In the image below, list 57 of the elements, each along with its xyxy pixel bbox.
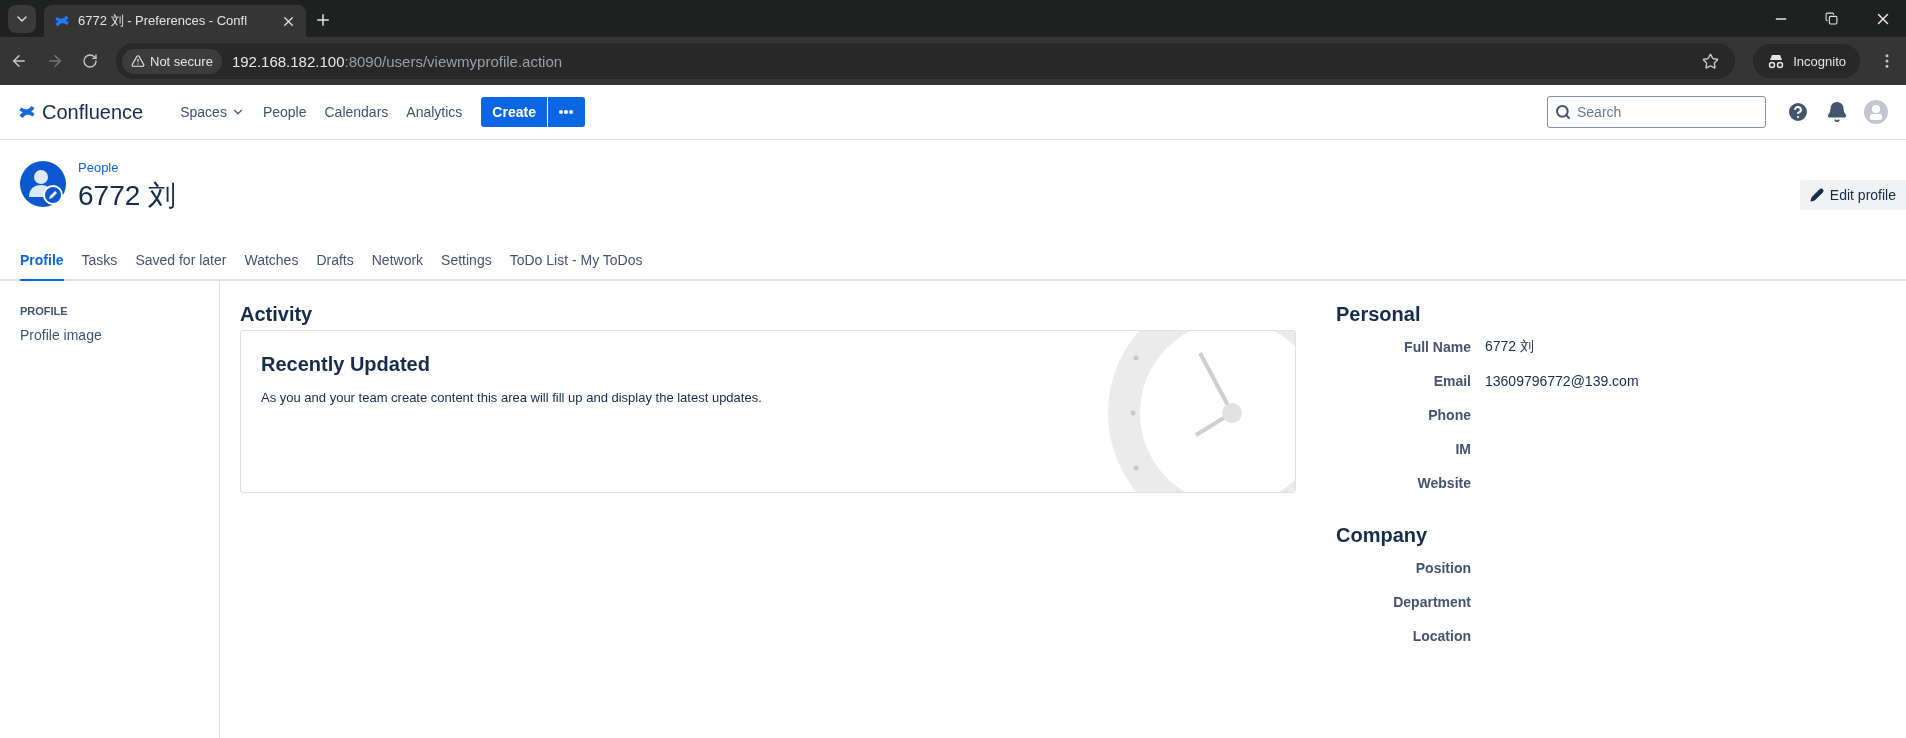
field-label: Website — [1416, 475, 1471, 491]
sidebar-link[interactable]: Profile image — [20, 327, 199, 343]
field-label: Email — [1432, 373, 1471, 389]
field-label: Phone — [1427, 407, 1471, 423]
profile-name: 6772 刘 — [78, 179, 177, 213]
reload-icon[interactable] — [82, 53, 98, 69]
profile-tab[interactable]: ToDo List - My ToDos — [509, 241, 643, 281]
profile-tab[interactable]: Network — [371, 241, 424, 281]
field-label: Department — [1392, 594, 1471, 610]
more-button[interactable] — [547, 97, 585, 127]
profile-avatar-icon[interactable] — [20, 161, 66, 207]
back-icon[interactable] — [10, 52, 28, 70]
browser-tab[interactable]: 6772 刘 - Preferences - Confl — [44, 5, 306, 37]
profile-tab[interactable]: Saved for later — [135, 241, 227, 281]
activity-heading: Activity — [240, 303, 314, 326]
confluence-logo-icon — [54, 13, 70, 29]
ellipsis-icon — [559, 110, 574, 114]
url-text: 192.168.182.100:8090/users/viewmyprofile.action — [231, 52, 563, 70]
nav-link[interactable]: Calendars — [315, 104, 398, 120]
card-title: Recently Updated — [261, 353, 431, 376]
profile-tab[interactable]: Drafts — [316, 241, 354, 281]
warning-icon — [131, 54, 145, 68]
forward-icon[interactable] — [46, 52, 64, 70]
profile-tab[interactable]: Tasks — [81, 241, 118, 281]
field-label: Position — [1414, 560, 1471, 576]
card-text: As you and your team create content this area will fill up and display the latest updates. — [261, 390, 763, 405]
bell-icon[interactable] — [1826, 101, 1848, 123]
profile-tab[interactable]: Settings — [441, 241, 492, 281]
tab-search-button[interactable] — [8, 5, 36, 33]
star-icon[interactable] — [1702, 52, 1720, 70]
pencil-icon — [1809, 188, 1824, 202]
profile-tab[interactable]: Watches — [244, 241, 299, 281]
nav-link[interactable]: Spaces — [171, 104, 254, 120]
address-bar[interactable]: Not secure 192.168.182.100:8090/users/viewmyprofile.action — [116, 43, 1736, 79]
nav-link[interactable]: Analytics — [397, 104, 472, 120]
new-tab-icon[interactable] — [314, 11, 332, 29]
field-label: Full Name — [1403, 339, 1471, 355]
section-heading: Company — [1336, 524, 1429, 547]
search-icon — [1555, 104, 1571, 120]
edit-profile-button[interactable]: Edit profile — [1799, 180, 1906, 210]
search-field[interactable]: Search — [1547, 96, 1766, 128]
help-icon[interactable] — [1786, 100, 1810, 124]
confluence-logo[interactable]: Confluence — [18, 100, 144, 124]
field-label: IM — [1454, 441, 1471, 457]
field-label: Location — [1411, 628, 1471, 644]
incognito-icon — [1767, 53, 1786, 69]
profile-tab[interactable]: Profile — [20, 241, 64, 281]
nav-link[interactable]: People — [253, 104, 316, 120]
sidebar-heading: PROFILE — [20, 305, 69, 317]
create-button[interactable]: Create — [481, 97, 547, 127]
field-value: 6772 刘 — [1485, 338, 1536, 356]
restore-icon[interactable] — [1825, 12, 1838, 25]
security-chip[interactable]: Not secure — [122, 48, 222, 74]
breadcrumb-link[interactable]: People — [78, 160, 177, 175]
section-heading: Personal — [1336, 303, 1422, 326]
field-value: 13609796772@139.com — [1485, 373, 1639, 389]
incognito-chip[interactable]: Incognito — [1753, 44, 1860, 78]
